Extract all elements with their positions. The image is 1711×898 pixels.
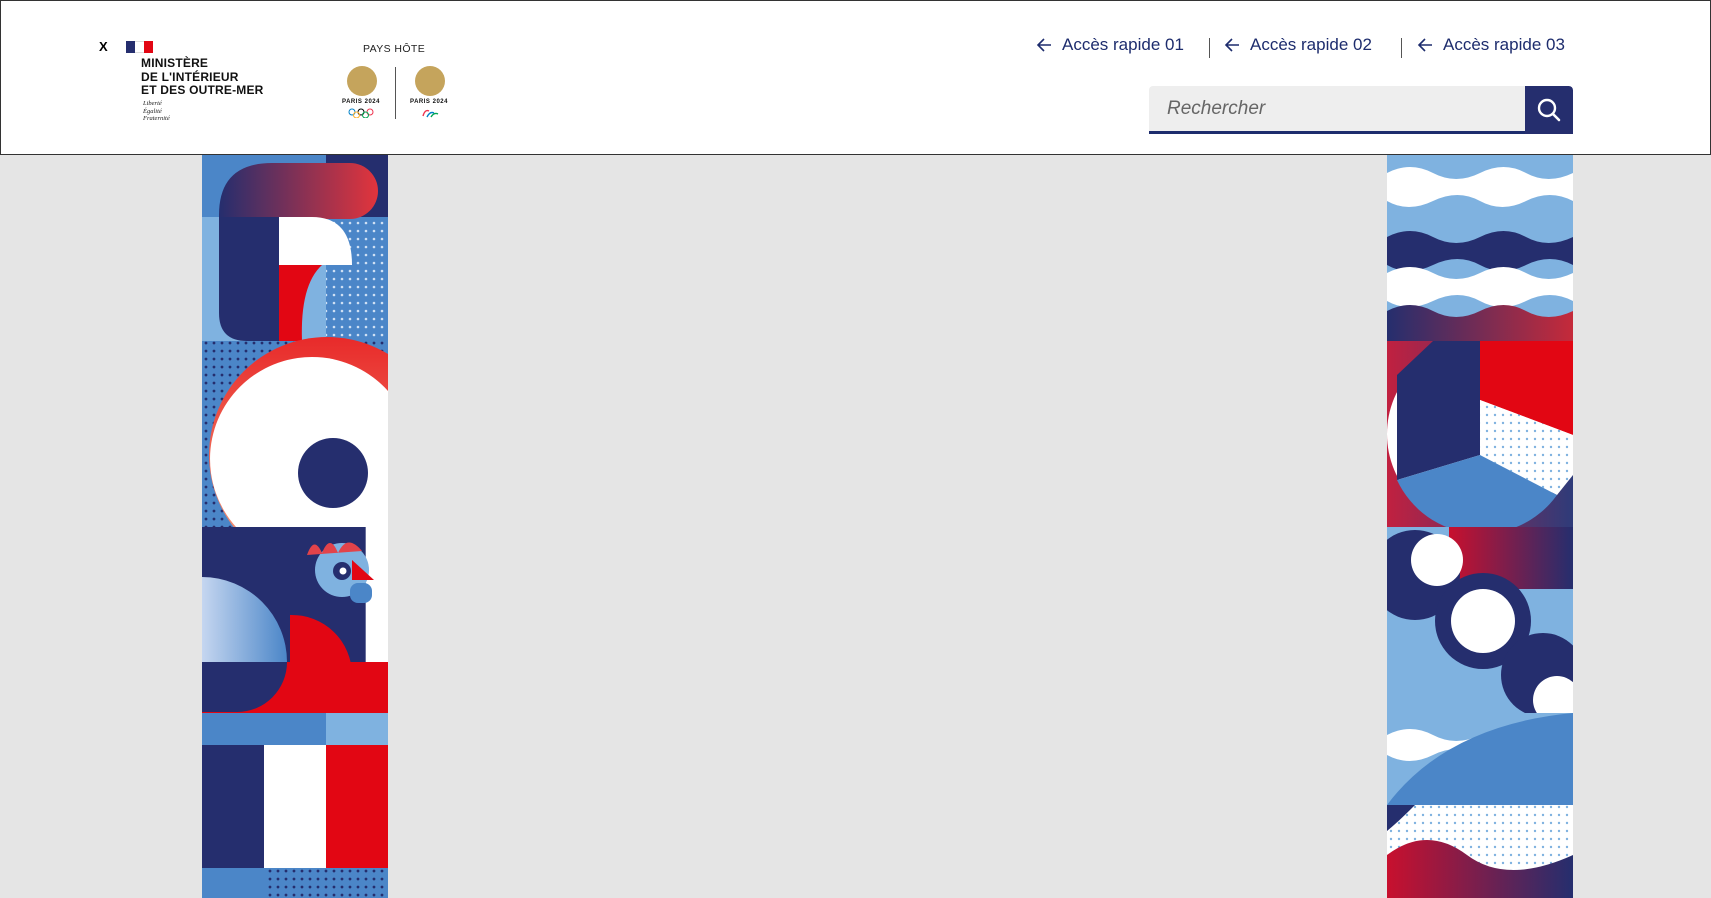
- quick-link-separator: [1209, 38, 1210, 58]
- host-country-logo: PAYS HÔTE PARIS 2024 PARIS 2024: [335, 41, 455, 129]
- tile-waves: [1387, 155, 1573, 341]
- quick-link-2[interactable]: Accès rapide 02: [1224, 35, 1372, 55]
- tile-circle-tricolor: [1387, 341, 1573, 534]
- site-header: X MINISTÈRE DE L'INTÉRIEUR ET DES OUTRE-…: [0, 0, 1711, 155]
- paralympic-emblem: PARIS 2024: [403, 66, 455, 126]
- host-divider: [395, 67, 396, 119]
- tile-bird-head: [202, 155, 388, 341]
- decorative-strip-left: [202, 155, 388, 898]
- arrow-left-icon: [1224, 38, 1239, 52]
- ministry-motto: Liberté Égalité Fraternité: [143, 100, 170, 122]
- olympic-rings-icon: [348, 108, 374, 118]
- search-button[interactable]: [1525, 86, 1573, 134]
- logo-prefix: X: [99, 39, 108, 54]
- tile-flag: [202, 713, 388, 898]
- search-input[interactable]: [1149, 86, 1525, 134]
- decorative-strip-right: [1387, 155, 1573, 898]
- arrow-left-icon: [1036, 38, 1051, 52]
- quick-link-label: Accès rapide 01: [1062, 35, 1184, 54]
- ministry-name: MINISTÈRE DE L'INTÉRIEUR ET DES OUTRE-ME…: [141, 56, 264, 97]
- quick-link-1[interactable]: Accès rapide 01: [1036, 35, 1184, 55]
- search-form: [1149, 86, 1573, 134]
- logo-top-row: X: [99, 39, 153, 54]
- quick-link-3[interactable]: Accès rapide 03: [1417, 35, 1565, 55]
- torch-emblem-icon: [347, 66, 377, 96]
- olympic-emblem: PARIS 2024: [335, 66, 387, 126]
- ministry-logo-link[interactable]: X MINISTÈRE DE L'INTÉRIEUR ET DES OUTRE-…: [99, 39, 274, 129]
- host-country-label: PAYS HÔTE: [363, 43, 426, 55]
- quick-link-separator: [1401, 38, 1402, 58]
- search-icon: [1537, 98, 1561, 122]
- tile-rings: [1387, 527, 1573, 724]
- quick-link-label: Accès rapide 03: [1443, 35, 1565, 54]
- olympic-emblem-text: PARIS 2024: [342, 99, 380, 105]
- flag-icon: [125, 40, 153, 53]
- paralympic-agitos-icon: [422, 109, 439, 118]
- paralympic-emblem-text: PARIS 2024: [410, 99, 448, 105]
- quick-link-label: Accès rapide 02: [1250, 35, 1372, 54]
- torch-emblem-icon: [415, 66, 445, 96]
- tile-rooster: [202, 527, 388, 713]
- arrow-left-icon: [1417, 38, 1432, 52]
- tile-sea: [1387, 713, 1573, 898]
